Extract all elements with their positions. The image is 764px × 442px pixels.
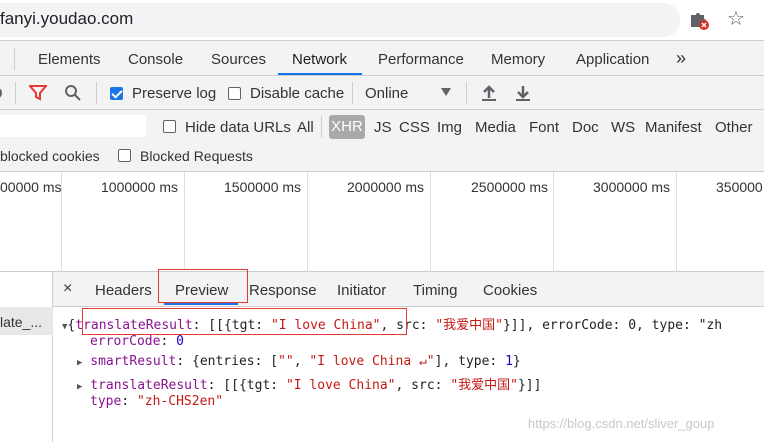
bookmark-star-icon[interactable]: ☆ xyxy=(727,8,745,30)
active-tab-indicator xyxy=(278,73,362,75)
hide-data-urls-checkbox[interactable] xyxy=(163,120,176,133)
json-string: "zh-CHS2en" xyxy=(136,394,224,409)
preserve-log-checkbox[interactable] xyxy=(110,87,123,100)
json-line-smart-result[interactable]: ▶ smartResult: {entries: ["", "I love Ch… xyxy=(77,354,521,369)
json-text: : {entries: [ xyxy=(176,354,279,369)
tab-timing[interactable]: Timing xyxy=(413,282,457,299)
json-text: ], type: xyxy=(434,354,506,369)
active-detail-tab-indicator xyxy=(164,303,238,305)
timeline-tick: 350000 xyxy=(716,179,763,195)
toolbar-divider xyxy=(466,82,467,104)
import-har-icon[interactable] xyxy=(481,84,497,102)
blocked-filter-row xyxy=(0,142,764,172)
json-text: , xyxy=(293,354,310,369)
request-name[interactable]: late_... xyxy=(0,314,50,330)
throttling-select[interactable]: Online xyxy=(365,85,408,102)
watermark: https://blog.csdn.net/sliver_goup xyxy=(528,416,715,431)
timeline-gridline xyxy=(184,172,185,272)
filter-type-js[interactable]: JS xyxy=(374,119,392,136)
json-key: errorCode xyxy=(90,334,161,349)
filter-type-ws[interactable]: WS xyxy=(611,119,635,136)
filter-icon[interactable] xyxy=(29,85,47,101)
json-text: }]] xyxy=(517,378,542,393)
filter-input[interactable] xyxy=(0,115,146,137)
filter-type-doc[interactable]: Doc xyxy=(572,119,599,136)
timeline-tick: 2500000 ms xyxy=(471,179,549,195)
json-line-translate-result[interactable]: ▶ translateResult: [[{tgt: "I love China… xyxy=(77,374,541,393)
highlight-box-translate-result xyxy=(82,308,407,335)
expand-triangle-icon[interactable]: ▶ xyxy=(77,382,82,392)
url-text[interactable]: fanyi.youdao.com xyxy=(0,9,133,29)
tab-performance[interactable]: Performance xyxy=(378,51,464,68)
json-number: 0 xyxy=(176,334,184,349)
disable-cache-checkbox[interactable] xyxy=(228,87,241,100)
toolbar-divider xyxy=(15,82,16,104)
json-string: "I love China ↵" xyxy=(309,354,435,369)
disable-cache-label[interactable]: Disable cache xyxy=(250,85,344,102)
json-line-error-code: errorCode: 0 xyxy=(90,334,184,349)
dropdown-arrow-icon[interactable] xyxy=(441,88,451,96)
tab-console[interactable]: Console xyxy=(128,51,183,68)
tab-memory[interactable]: Memory xyxy=(491,51,545,68)
record-icon[interactable] xyxy=(0,86,4,100)
timeline-gridline xyxy=(553,172,554,272)
tab-initiator[interactable]: Initiator xyxy=(337,282,386,299)
timeline-gridline xyxy=(676,172,677,272)
tab-application[interactable]: Application xyxy=(576,51,649,68)
export-har-icon[interactable] xyxy=(515,84,531,102)
tab-headers[interactable]: Headers xyxy=(95,282,152,299)
tab-cookies[interactable]: Cookies xyxy=(483,282,537,299)
json-number: 1 xyxy=(505,354,513,369)
tab-response[interactable]: Response xyxy=(249,282,317,299)
tab-divider xyxy=(14,48,15,70)
json-string: "I love China" xyxy=(285,378,396,393)
timeline-gridline xyxy=(430,172,431,272)
filter-type-other[interactable]: Other xyxy=(715,119,753,136)
timeline-tick: 3000000 ms xyxy=(593,179,671,195)
filter-divider xyxy=(321,116,322,138)
json-text: , src: xyxy=(395,378,451,393)
json-key: type xyxy=(90,394,122,409)
search-icon[interactable] xyxy=(64,84,82,102)
json-string: "我爱中国" xyxy=(450,378,518,393)
filter-type-img[interactable]: Img xyxy=(437,119,462,136)
json-string: "我爱中国" xyxy=(435,318,503,333)
toolbar-divider xyxy=(352,82,353,104)
json-text: }]], errorCode: 0, type: "zh xyxy=(502,318,723,333)
json-line-type: type: "zh-CHS2en" xyxy=(90,394,224,409)
expand-triangle-icon[interactable]: ▶ xyxy=(77,358,82,368)
extension-blocked-icon[interactable] xyxy=(688,10,710,30)
highlight-box-preview xyxy=(158,269,248,303)
timeline-tick: 1500000 ms xyxy=(224,179,302,195)
json-key: translateResult xyxy=(90,378,208,393)
json-key: smartResult xyxy=(90,354,177,369)
toolbar-divider xyxy=(96,82,97,104)
timeline-tick: 1000000 ms xyxy=(101,179,179,195)
json-text: : [[{tgt: xyxy=(207,378,286,393)
tab-sources[interactable]: Sources xyxy=(211,51,266,68)
request-list xyxy=(0,272,53,442)
json-text: } xyxy=(512,354,521,369)
filter-type-font[interactable]: Font xyxy=(529,119,559,136)
tab-elements[interactable]: Elements xyxy=(38,51,101,68)
blocked-requests-label[interactable]: Blocked Requests xyxy=(140,148,253,164)
close-detail-icon[interactable]: × xyxy=(63,280,72,298)
hide-data-urls-label[interactable]: Hide data URLs xyxy=(185,119,291,136)
filter-type-css[interactable]: CSS xyxy=(399,119,430,136)
blocked-requests-checkbox[interactable] xyxy=(118,149,131,162)
tab-network[interactable]: Network xyxy=(292,51,347,68)
timeline-gridline xyxy=(307,172,308,272)
filter-type-all[interactable]: All xyxy=(297,119,314,136)
preserve-log-label[interactable]: Preserve log xyxy=(132,85,216,102)
json-string: "" xyxy=(278,354,294,369)
filter-type-manifest[interactable]: Manifest xyxy=(645,119,702,136)
filter-type-media[interactable]: Media xyxy=(475,119,516,136)
timeline-tick: 2000000 ms xyxy=(347,179,425,195)
more-tabs-chevron-icon[interactable]: » xyxy=(676,48,686,69)
timeline-tick: 00000 ms xyxy=(0,179,62,195)
filter-type-xhr[interactable]: XHR xyxy=(329,115,365,139)
blocked-cookies-label[interactable]: blocked cookies xyxy=(0,148,100,164)
